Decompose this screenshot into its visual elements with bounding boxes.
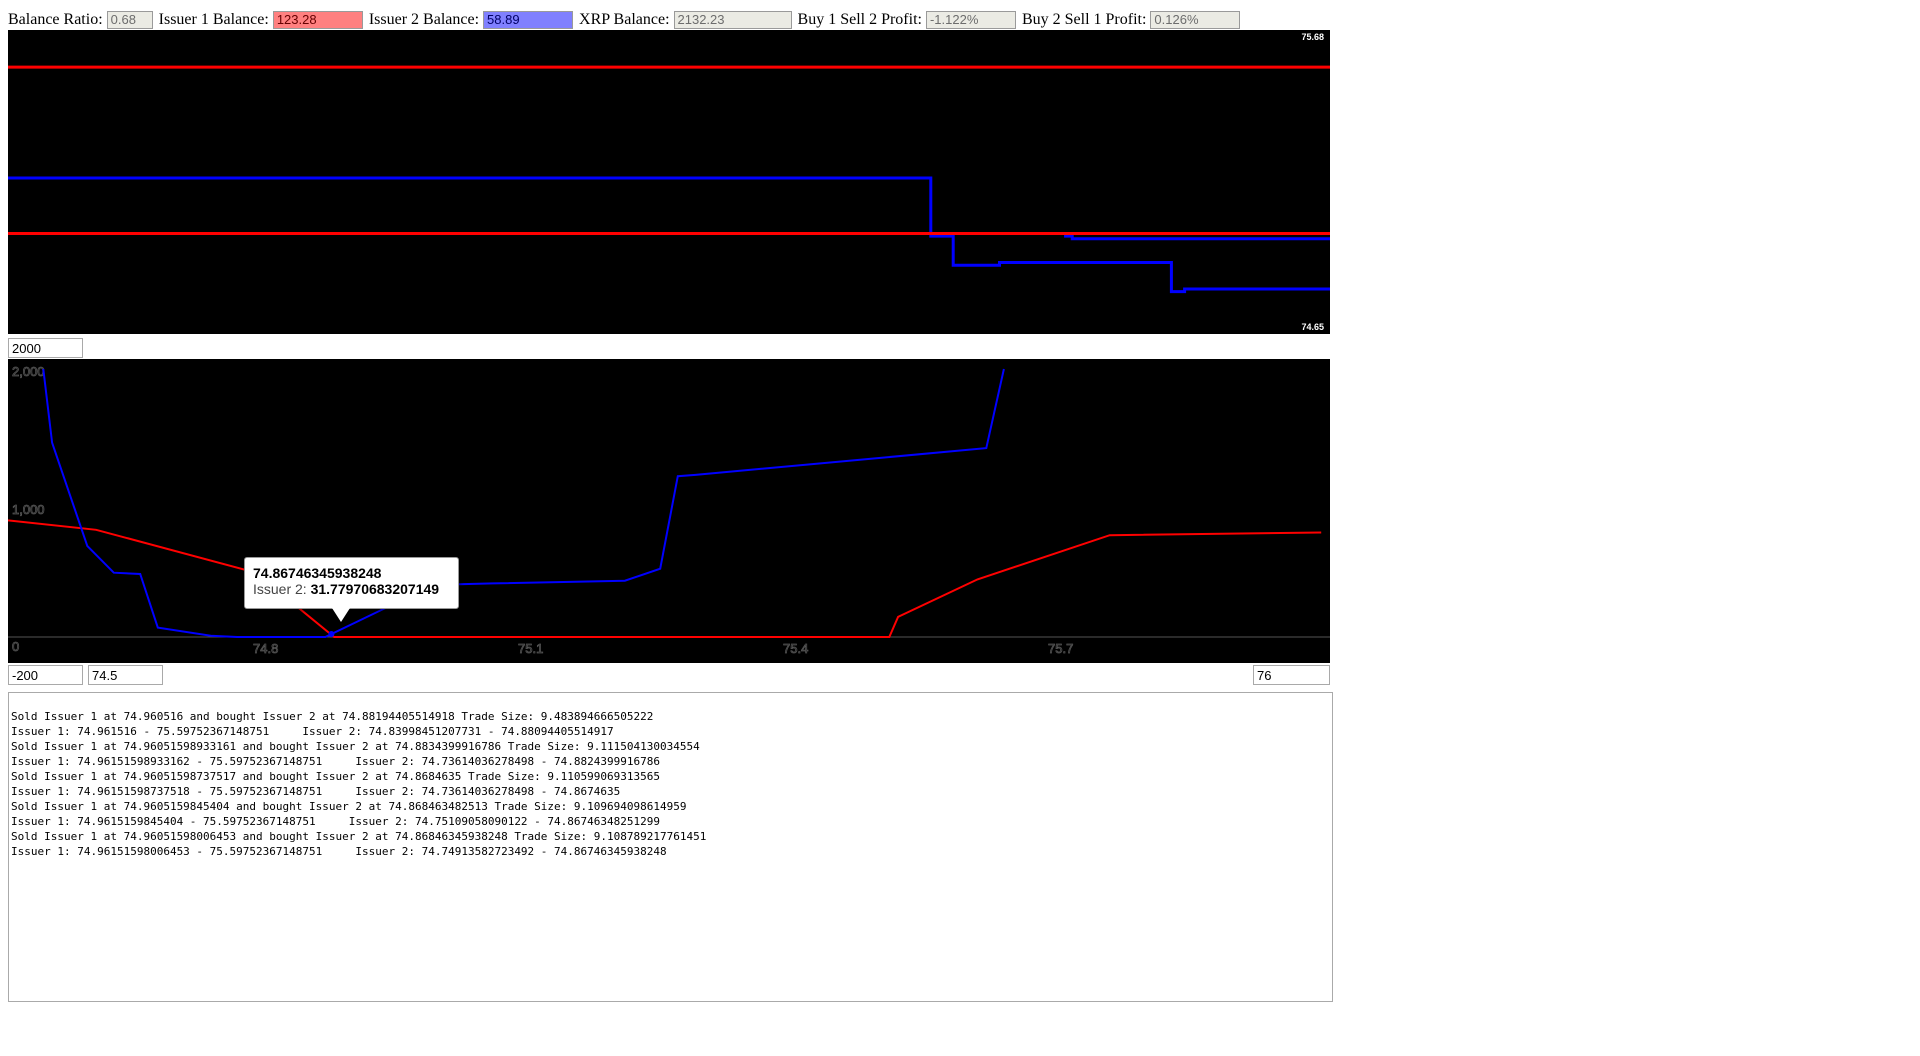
- y-tick-2000: 2,000: [12, 364, 45, 379]
- depth-chart-panel: 2,000 1,000 0 74.8 75.1 75.4 75.7: [8, 359, 1330, 663]
- log-line: Sold Issuer 1 at 74.96051598006453 and b…: [11, 830, 707, 843]
- x-tick-75-4: 75.4: [783, 641, 808, 656]
- issuer1-balance-label: Issuer 1 Balance:: [158, 11, 269, 28]
- issuer2-depth-line: [42, 368, 1005, 638]
- balance-toolbar: Balance Ratio: 0.68 Issuer 1 Balance: 12…: [8, 8, 1246, 32]
- log-line: Issuer 1: 74.96151598006453 - 75.5975236…: [11, 845, 667, 858]
- log-line: Issuer 1: 74.96151598737518 - 75.5975236…: [11, 785, 621, 798]
- depth-chart: 2,000 1,000 0 74.8 75.1 75.4 75.7: [8, 364, 1330, 656]
- y-tick-0: 0: [12, 639, 19, 654]
- price-chart: 75.68 74.65: [8, 32, 1330, 332]
- price-chart-panel: 75.68 74.65: [8, 30, 1330, 334]
- log-line: Sold Issuer 1 at 74.960516 and bought Is…: [11, 710, 654, 723]
- balance-ratio-label: Balance Ratio:: [8, 11, 103, 28]
- depth-limit-input[interactable]: [8, 338, 83, 358]
- log-line: Issuer 1: 74.96151598933162 - 75.5975236…: [11, 755, 661, 768]
- y-min-input[interactable]: [8, 665, 83, 685]
- buy2-sell1-profit-label: Buy 2 Sell 1 Profit:: [1021, 11, 1147, 28]
- x-min-input[interactable]: [88, 665, 163, 685]
- xrp-balance-field[interactable]: 2132.23: [673, 11, 792, 29]
- log-line: Sold Issuer 1 at 74.96051598933161 and b…: [11, 740, 700, 753]
- buy2-sell1-profit-field[interactable]: 0.126%: [1150, 11, 1241, 29]
- price-min-label: 74.65: [1301, 322, 1324, 332]
- tooltip-series-label: Issuer 2:: [253, 581, 311, 597]
- log-line: Issuer 1: 74.9615159845404 - 75.59752367…: [11, 815, 661, 828]
- y-tick-1000: 1,000: [12, 502, 45, 517]
- x-tick-74-8: 74.8: [253, 641, 278, 656]
- x-max-input[interactable]: [1253, 665, 1330, 685]
- trade-log[interactable]: Sold Issuer 1 at 74.960516 and bought Is…: [8, 692, 1333, 1002]
- x-tick-75-1: 75.1: [518, 641, 543, 656]
- buy1-sell2-profit-field[interactable]: -1.122%: [925, 11, 1016, 29]
- log-line: Issuer 1: 74.961516 - 75.59752367148751 …: [11, 725, 614, 738]
- tooltip-pointer: [332, 608, 350, 622]
- balance-ratio-field[interactable]: 0.68: [106, 11, 153, 29]
- log-line: Sold Issuer 1 at 74.96051598737517 and b…: [11, 770, 661, 783]
- price-max-label: 75.68: [1301, 32, 1324, 42]
- chart-tooltip: 74.86746345938248 Issuer 2: 31.779706832…: [244, 557, 459, 609]
- issuer2-balance-field[interactable]: 58.89: [483, 11, 574, 29]
- buy1-sell2-profit-label: Buy 1 Sell 2 Profit:: [797, 11, 922, 28]
- hover-point-marker[interactable]: [328, 631, 335, 637]
- x-tick-75-7: 75.7: [1048, 641, 1073, 656]
- issuer1-depth-line: [8, 519, 1322, 638]
- tooltip-value: 31.77970683207149: [310, 581, 440, 597]
- tooltip-title: 74.86746345938248: [253, 565, 382, 581]
- issuer1-balance-field[interactable]: 123.28: [272, 11, 363, 29]
- xrp-balance-label: XRP Balance:: [579, 11, 670, 28]
- log-line: Sold Issuer 1 at 74.9605159845404 and bo…: [11, 800, 687, 813]
- issuer2-balance-label: Issuer 2 Balance:: [368, 11, 480, 28]
